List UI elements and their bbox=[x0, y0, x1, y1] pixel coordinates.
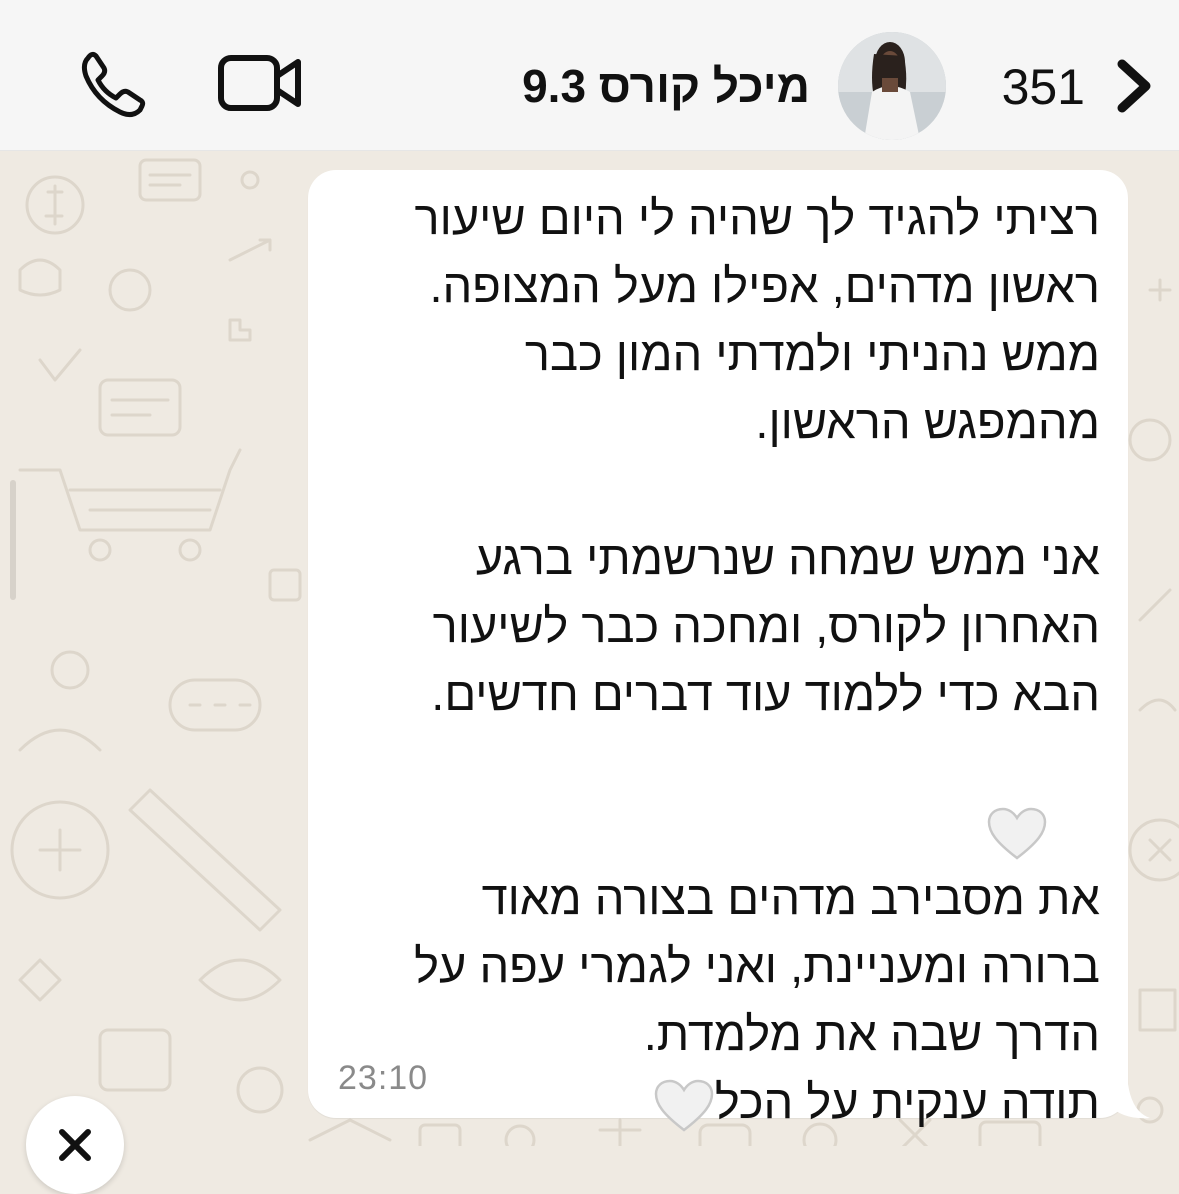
contact-name[interactable]: מיכל קורס 9.3 bbox=[470, 56, 810, 116]
white-heart-icon bbox=[987, 807, 1047, 860]
message-line: אני ממש שמחה שנרשמתי ברגע bbox=[475, 531, 1100, 584]
back-unread-count[interactable]: 351 bbox=[950, 57, 1085, 117]
close-button[interactable] bbox=[26, 1096, 124, 1194]
message-line: את מסבירב מדהים בצורה מאוד bbox=[481, 871, 1100, 924]
white-heart-icon bbox=[654, 1079, 714, 1132]
message-line: מהמפגש הראשון. bbox=[755, 395, 1100, 448]
chevron-left-icon[interactable] bbox=[1108, 54, 1158, 118]
heart-line bbox=[348, 728, 1100, 860]
message-bubble[interactable]: רציתי להגיד לך שהיה לי היום שיעור ראשון … bbox=[308, 170, 1128, 1132]
message-line: ברורה ומעניינת, ואני לגמרי עפה על bbox=[414, 939, 1100, 992]
message-timestamp: 23:10 bbox=[338, 1059, 429, 1097]
close-icon bbox=[59, 1129, 91, 1161]
message-line: תודה ענקית על הכל bbox=[714, 1075, 1100, 1128]
chat-header: 351 מיכל קורס 9.3 bbox=[0, 0, 1179, 151]
bubble-tail bbox=[1110, 1084, 1150, 1119]
message-line: ממש נהניתי ולמדתי המון כבר bbox=[524, 327, 1100, 380]
scroll-indicator[interactable] bbox=[10, 480, 16, 600]
message-line: רציתי להגיד לך שהיה לי היום שיעור bbox=[414, 191, 1101, 244]
message-line: הדרך שבה את מלמדת. bbox=[643, 1007, 1100, 1060]
message-line: הבא כדי ללמוד עוד דברים חדשים. bbox=[431, 667, 1100, 720]
video-camera-icon[interactable] bbox=[216, 50, 306, 116]
message-line: האחרון לקורס, ומחכה כבר לשיעור bbox=[432, 599, 1100, 652]
message-last-line: תודה ענקית על הכל bbox=[348, 1068, 1100, 1136]
message-line: ראשון מדהים, אפילו מעל המצופה. bbox=[429, 259, 1100, 312]
phone-icon[interactable] bbox=[78, 50, 152, 120]
contact-avatar[interactable] bbox=[838, 32, 946, 140]
